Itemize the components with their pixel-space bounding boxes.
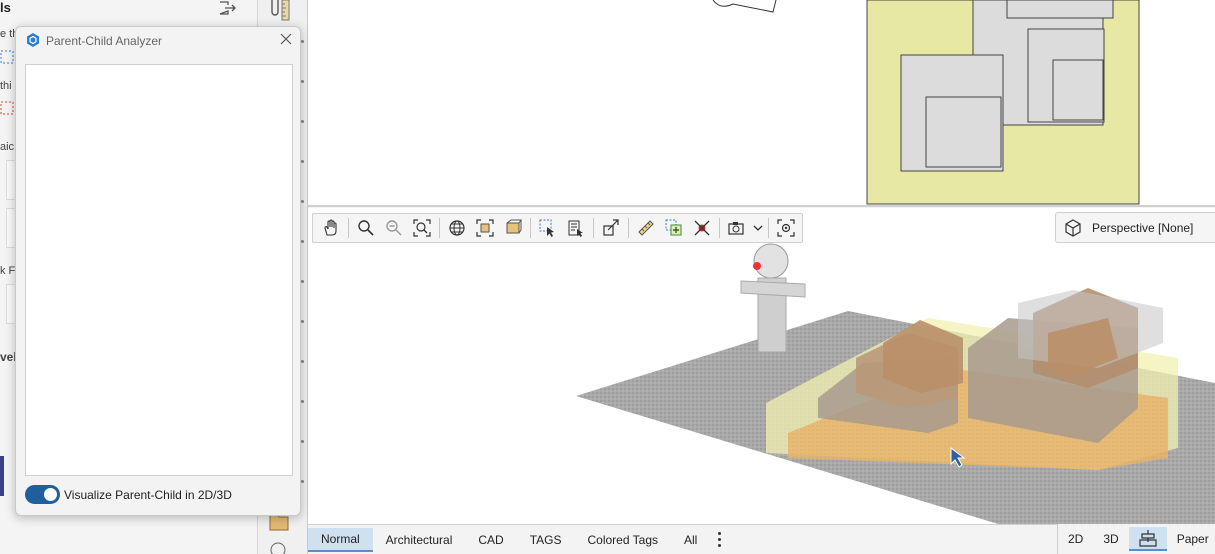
parent-child-analyzer-dialog: Parent-Child Analyzer Visualize Parent-C… — [15, 26, 301, 516]
clear-x-icon[interactable] — [688, 215, 716, 241]
app-window: ls e th thi aic k Fl velo Perspective [N… — [0, 0, 1215, 554]
walk-view-icon[interactable] — [499, 215, 527, 241]
tab-all[interactable]: All — [671, 528, 710, 552]
toolbar-separator — [719, 218, 720, 238]
text-fragment: thi — [0, 80, 12, 92]
perspective-label: Perspective [None] — [1092, 220, 1194, 235]
exit-icon[interactable] — [218, 0, 236, 16]
wrench-ruler-icon[interactable] — [268, 0, 292, 22]
toolbar-separator — [348, 218, 349, 238]
zoom-minus-icon[interactable] — [380, 215, 408, 241]
plan-furniture-shape — [712, 0, 777, 13]
view-mode-switcher: 2D 3D Paper — [1057, 524, 1215, 554]
tab-cad[interactable]: CAD — [465, 528, 516, 552]
strip-divider-dot — [301, 40, 304, 43]
tab-architectural[interactable]: Architectural — [373, 528, 466, 552]
pan-hand-icon[interactable] — [317, 215, 345, 241]
more-options-icon[interactable] — [710, 528, 728, 552]
toolbar-separator — [768, 218, 769, 238]
view-2d-button[interactable]: 2D — [1058, 527, 1093, 551]
strip-divider-dot — [301, 480, 304, 483]
plan-room — [1052, 59, 1104, 121]
crop-icon[interactable] — [597, 215, 625, 241]
strip-divider-dot — [301, 440, 304, 443]
circle-tool-icon[interactable] — [268, 540, 288, 554]
tab-normal[interactable]: Normal — [308, 527, 373, 552]
strip-divider-dot — [301, 80, 304, 83]
measure-ruler-icon[interactable] — [632, 215, 660, 241]
dashed-select-icon[interactable] — [0, 50, 14, 64]
cube-icon — [1065, 218, 1081, 237]
toolbar-separator — [628, 218, 629, 238]
strip-divider-dot — [301, 120, 304, 123]
toolbar-separator — [593, 218, 594, 238]
dashed-red-icon[interactable] — [0, 101, 14, 115]
view-3d[interactable] — [308, 208, 1215, 524]
plan-room — [925, 96, 1002, 168]
strip-divider-dot — [301, 320, 304, 323]
camera-icon[interactable] — [723, 215, 751, 241]
select-list-icon[interactable] — [562, 215, 590, 241]
strip-divider-dot — [301, 240, 304, 243]
strip-divider-dot — [301, 360, 304, 363]
text-fragment: aic — [0, 141, 15, 153]
zoom-icon[interactable] — [352, 215, 380, 241]
split-view-icon[interactable] — [1128, 527, 1167, 551]
plan-room — [1006, 0, 1114, 19]
color-swatch — [0, 456, 4, 496]
view-3d-button[interactable]: 3D — [1093, 527, 1128, 551]
strip-divider-dot — [301, 400, 304, 403]
tab-colored-tags[interactable]: Colored Tags — [575, 528, 672, 552]
copy-add-icon[interactable] — [660, 215, 688, 241]
parent-child-list[interactable] — [25, 64, 293, 476]
perspective-button[interactable]: Perspective [None] — [1055, 212, 1215, 243]
tab-tags[interactable]: TAGS — [517, 528, 575, 552]
close-icon[interactable] — [278, 31, 294, 47]
toolbar-separator — [439, 218, 440, 238]
view-paper-button[interactable]: Paper — [1167, 527, 1215, 551]
focus-target-icon[interactable] — [772, 215, 800, 241]
strip-divider-dot — [301, 160, 304, 163]
panel-title-fragment: ls — [0, 0, 11, 15]
scene-3d — [576, 243, 1215, 524]
app-logo-icon — [27, 33, 39, 47]
toolbar-separator — [530, 218, 531, 238]
human-marker — [753, 262, 761, 270]
visualize-toggle[interactable] — [25, 485, 60, 504]
plan-view-2d[interactable] — [308, 0, 1215, 207]
fit-selection-icon[interactable] — [471, 215, 499, 241]
dialog-title: Parent-Child Analyzer — [46, 34, 163, 48]
orbit-globe-icon[interactable] — [443, 215, 471, 241]
view3d-toolbar — [312, 213, 803, 243]
human-arms — [740, 280, 806, 298]
zoom-fit-icon[interactable] — [408, 215, 436, 241]
select-arrow-icon[interactable] — [534, 215, 562, 241]
human-head — [753, 243, 789, 279]
camera-dropdown-icon[interactable] — [751, 215, 765, 241]
strip-divider-dot — [301, 200, 304, 203]
strip-divider-dot — [301, 280, 304, 283]
visualize-toggle-label: Visualize Parent-Child in 2D/3D — [64, 488, 232, 502]
plan-drawing — [712, 0, 1140, 205]
